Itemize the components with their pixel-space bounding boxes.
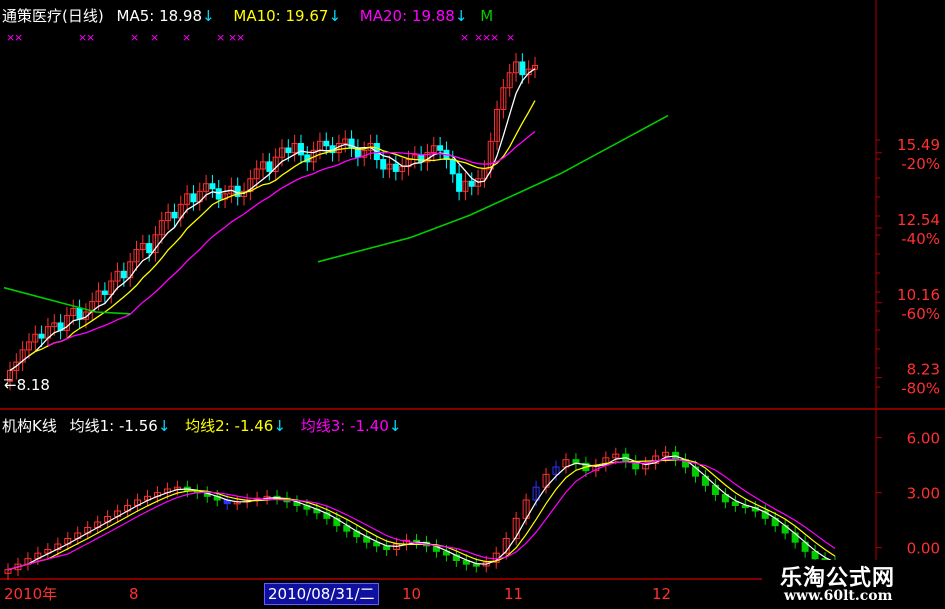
cursor-date-box: 2010/08/31/二	[264, 583, 379, 605]
signal-marker-icon: ×	[236, 31, 245, 44]
signal-marker-icon: ×	[490, 31, 499, 44]
candle-body	[285, 147, 292, 154]
candle-body	[209, 183, 216, 190]
sub-tick-label: 6.00	[907, 430, 940, 448]
candle-body	[468, 180, 475, 187]
ma20-label: MA20: 19.88	[359, 7, 455, 25]
candle-body	[519, 61, 526, 76]
extra-ma-label: M	[480, 7, 494, 25]
candle-body	[380, 159, 387, 170]
stock-title: 通策医疗(日线)	[2, 7, 104, 25]
ma20-arrow-icon: ↓	[454, 7, 468, 25]
pct-tick-label: -60%	[901, 305, 940, 323]
low-price-label: ←8.18	[4, 376, 50, 394]
chart-frame	[0, 0, 945, 580]
pct-tick-label: -80%	[901, 380, 940, 398]
x-label-aug: 8	[129, 585, 139, 603]
candle-body	[266, 161, 273, 172]
x-label-dec: 12	[652, 585, 672, 603]
line1-label: 均线1: -1.56	[69, 417, 158, 435]
line1-arrow-icon: ↓	[157, 417, 171, 435]
ma5-label: MA5: 18.98	[116, 7, 203, 25]
ma5-arrow-icon: ↓	[202, 7, 215, 25]
ma10-arrow-icon: ↓	[328, 7, 342, 25]
line3-arrow-icon: ↓	[388, 417, 402, 435]
price-axis: 15.49-20% 12.54-40% 10.16-60% 8.23-80% 6.00 3…	[876, 136, 940, 558]
line3-label: 均线3: -1.40	[300, 417, 389, 435]
signal-marker-icon: ×	[460, 31, 469, 44]
signal-marker-icon: ×	[216, 31, 225, 44]
price-tick-label: 10.16	[897, 286, 940, 304]
chart-canvas: 15.49-20% 12.54-40% 10.16-60% 8.23-80% 6.00 3…	[0, 0, 945, 580]
institution-k-plot	[4, 445, 839, 580]
candle-body	[120, 270, 127, 279]
site-watermark: 乐淘公式网 www.60lt.com	[762, 560, 945, 609]
price-tick-label: 12.54	[897, 211, 940, 229]
sub-tick-label: 3.00	[907, 485, 940, 503]
candle-body	[190, 193, 197, 203]
candle-body	[38, 333, 45, 339]
candle-body	[418, 154, 425, 163]
signal-markers: ×× ×× × × × × ×× × ××× ×	[6, 31, 515, 44]
sub-tick-label: 0.00	[907, 540, 940, 558]
x-label-year: 2010年	[4, 585, 58, 603]
sub-candle-body	[472, 563, 480, 567]
line2-arrow-icon: ↓	[273, 417, 286, 435]
x-label-nov: 11	[504, 585, 524, 603]
sub-candle-body	[731, 501, 739, 507]
pct-tick-label: -20%	[901, 155, 940, 173]
candle-body	[392, 163, 399, 172]
candle-body	[449, 159, 456, 175]
candle-body	[215, 188, 222, 200]
sub-title: 机构K线	[2, 417, 57, 435]
line2-label: 均线2: -1.46	[185, 417, 274, 435]
pct-tick-label: -40%	[901, 230, 940, 248]
signal-marker-icon: ×	[506, 31, 515, 44]
candle-body	[76, 307, 83, 320]
avg-line-2	[7, 459, 836, 571]
candle-body	[437, 145, 444, 151]
candle-body	[171, 211, 178, 219]
signal-marker-icon: ×	[150, 31, 159, 44]
signal-marker-icon: ×	[86, 31, 95, 44]
ma10-label: MA10: 19.67	[233, 7, 329, 25]
watermark-url: www.60lt.com	[784, 588, 893, 604]
main-candle-plot	[3, 53, 669, 391]
signal-marker-icon: ×	[182, 31, 191, 44]
candle-body	[297, 143, 304, 156]
x-label-oct: 10	[402, 585, 422, 603]
ma10-line	[28, 100, 536, 357]
price-tick-label: 8.23	[907, 361, 940, 379]
candle-body	[323, 140, 330, 147]
candle-body	[101, 290, 108, 295]
candle-body	[146, 243, 153, 254]
price-tick-label: 15.49	[897, 136, 940, 154]
signal-marker-icon: ×	[130, 31, 139, 44]
signal-marker-icon: ×	[14, 31, 23, 44]
candle-body	[456, 173, 463, 192]
